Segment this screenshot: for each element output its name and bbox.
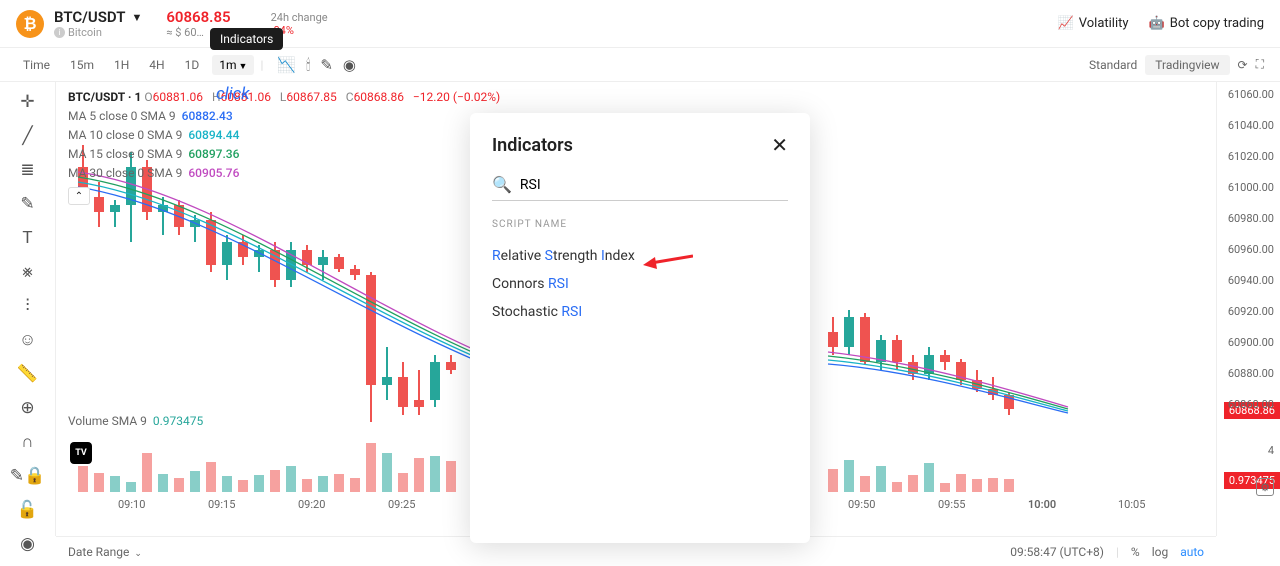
collapse-legend[interactable]: ⌃ bbox=[68, 187, 90, 205]
candlestick-icon[interactable]: 🕯 bbox=[306, 56, 310, 74]
indicators-icon[interactable]: 📉 bbox=[277, 56, 296, 74]
volatility-link[interactable]: 📈Volatility bbox=[1058, 16, 1129, 31]
pattern-icon[interactable]: ⨳ bbox=[22, 262, 33, 282]
interval-15m[interactable]: 15m bbox=[63, 55, 101, 75]
fullscreen-icon[interactable]: ⛶ bbox=[1256, 57, 1264, 72]
last-price: 60868.85 bbox=[166, 8, 230, 26]
chevron-down-icon: ▼ bbox=[131, 11, 142, 24]
chart-legend: BTC/USDT · 1 O60881.06 H60881.06 L60867.… bbox=[68, 88, 506, 205]
indicators-tooltip: Indicators bbox=[210, 28, 283, 50]
trendline-icon[interactable]: ╱ bbox=[22, 126, 32, 146]
crosshair-icon[interactable]: ✛ bbox=[20, 92, 34, 112]
lock-icon[interactable]: 🔓 bbox=[17, 500, 38, 520]
red-arrow-annotation bbox=[643, 251, 693, 269]
forecast-icon[interactable]: ⫶ bbox=[25, 296, 29, 316]
bot-icon: 🤖 bbox=[1149, 16, 1165, 31]
axis-settings-icon[interactable]: ⚙ bbox=[1256, 478, 1274, 496]
chart-toolbar: Time 15m 1H 4H 1D 1m▼ | 📉 🕯 ✎ ◉ Standard… bbox=[0, 48, 1280, 82]
ruler-icon[interactable]: 📏 bbox=[17, 364, 38, 384]
btc-icon: ₿ bbox=[16, 10, 44, 38]
interval-1d[interactable]: 1D bbox=[178, 55, 207, 75]
bot-copy-trading-link[interactable]: 🤖Bot copy trading bbox=[1149, 16, 1264, 31]
click-annotation: click bbox=[216, 84, 250, 104]
fib-icon[interactable]: ≣ bbox=[20, 160, 34, 180]
clock: 09:58:47 (UTC+8) bbox=[1010, 545, 1104, 559]
auto-toggle[interactable]: auto bbox=[1180, 545, 1204, 559]
y-axis: 60868.86 0.973475 4 ⚙ 61060.0061040.0061… bbox=[1216, 82, 1280, 536]
interval-1h[interactable]: 1H bbox=[107, 55, 136, 75]
search-input[interactable] bbox=[520, 177, 788, 193]
close-icon[interactable]: ✕ bbox=[771, 133, 788, 157]
camera-icon[interactable]: ◉ bbox=[343, 56, 356, 74]
pair-selector[interactable]: BTC/USDT▼ bbox=[54, 8, 142, 26]
refresh-icon[interactable]: ⟳ bbox=[1238, 58, 1248, 72]
zoom-icon[interactable]: ⊕ bbox=[20, 398, 34, 418]
percent-togg[interactable]: % bbox=[1131, 545, 1140, 559]
indicator-result[interactable]: Stochastic RSI bbox=[492, 298, 788, 326]
interval-active[interactable]: 1m▼ bbox=[212, 55, 254, 75]
magnet-icon[interactable]: ∩ bbox=[21, 432, 33, 452]
section-label: SCRIPT NAME bbox=[492, 219, 788, 230]
lock-drawing-icon[interactable]: ✎🔒 bbox=[10, 466, 45, 486]
drawing-toolbar: ✛ ╱ ≣ ✎ T ⨳ ⫶ ☺ 📏 ⊕ ∩ ✎🔒 🔓 ◉ bbox=[0, 82, 56, 536]
log-toggle[interactable]: log bbox=[1152, 545, 1169, 559]
indicator-result[interactable]: Connors RSI bbox=[492, 270, 788, 298]
indicators-modal: Indicators ✕ 🔍 SCRIPT NAME Relative Stre… bbox=[470, 113, 810, 543]
eye-icon[interactable]: ◉ bbox=[20, 534, 35, 554]
pencil-icon[interactable]: ✎ bbox=[320, 56, 333, 74]
date-range-selector[interactable]: Date Range ⌄ bbox=[68, 545, 142, 559]
interval-4h[interactable]: 4H bbox=[142, 55, 171, 75]
header: ₿ BTC/USDT▼ i Bitcoin 60868.85 ≈ $ 60… 2… bbox=[0, 0, 1280, 48]
volatility-icon: 📈 bbox=[1058, 16, 1074, 31]
search-icon: 🔍 bbox=[492, 175, 512, 194]
text-icon[interactable]: T bbox=[22, 228, 32, 248]
brush-icon[interactable]: ✎ bbox=[20, 194, 34, 214]
standard-tab[interactable]: Standard bbox=[1089, 58, 1137, 72]
chevron-down-icon: ▼ bbox=[239, 62, 248, 72]
emoji-icon[interactable]: ☺ bbox=[19, 330, 36, 350]
info-icon: i bbox=[54, 27, 65, 38]
modal-title: Indicators bbox=[492, 135, 573, 156]
time-label[interactable]: Time bbox=[16, 55, 57, 75]
tradingview-tab[interactable]: Tradingview bbox=[1145, 55, 1229, 75]
indicator-result[interactable]: Relative Strength Index bbox=[492, 242, 788, 270]
